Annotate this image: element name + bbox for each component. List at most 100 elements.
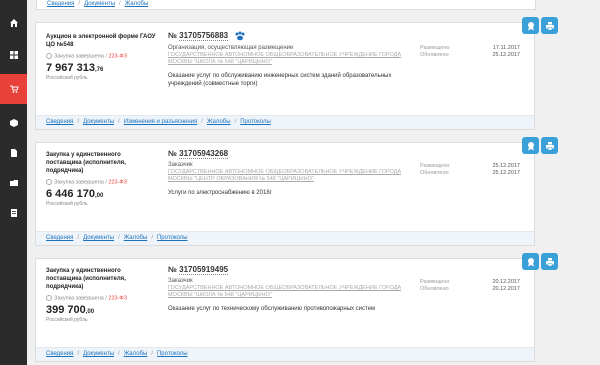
separator: / — [151, 235, 153, 241]
currency: Российский рубль — [46, 201, 88, 208]
updated-label: Обновлено — [420, 286, 449, 292]
printer-icon — [545, 141, 554, 150]
updated-date: 25.12.2017 — [492, 52, 520, 58]
card-actions — [522, 17, 558, 34]
price-kopecks: ,00 — [94, 193, 104, 200]
link-changes[interactable]: Изменения и разъяснения — [124, 119, 198, 125]
sidebar-item-folder[interactable] — [0, 168, 27, 198]
ribbon-icon — [527, 141, 534, 150]
sidebar-item-doc[interactable] — [0, 138, 27, 168]
procurement-type: Закупка у единственного поставщика (испо… — [46, 268, 126, 290]
procurement-number-link[interactable]: 31705756883 — [179, 31, 229, 42]
status-text: Закупка завершена — [54, 179, 104, 186]
price: 6 446 170,00 — [46, 188, 156, 200]
posted-date: 20.12.2017 — [492, 279, 520, 285]
updated-label: Обновлено — [420, 52, 449, 58]
dates: Размещено 17.11.2017 Обновлено 25.12.2017 — [420, 45, 520, 59]
sidebar-item-box[interactable] — [0, 108, 27, 138]
status-text: Закупка завершена — [54, 53, 104, 60]
posted-label: Размещено — [420, 45, 450, 51]
posted-label: Размещено — [420, 163, 450, 169]
procurement-type: Закупка у единственного поставщика (испо… — [46, 152, 126, 174]
updated-date: 25.12.2017 — [492, 170, 520, 176]
price-amount: 7 967 313 — [46, 62, 95, 75]
status-line: Закупка завершена / 223-ФЗ — [46, 179, 156, 185]
price-amount: 6 446 170 — [46, 188, 95, 201]
procurement-card: Аукцион в электронной форме ГАОУ ЦО №548… — [35, 17, 558, 130]
sidebar-item-grid[interactable] — [0, 40, 27, 70]
procurement-description: Услуги по электроснабжению в 2018г — [168, 190, 272, 196]
sidebar-item-cart[interactable] — [0, 74, 27, 104]
law-label: 223-ФЗ — [108, 53, 127, 60]
law-label: 223-ФЗ — [108, 179, 127, 186]
price: 399 700,00 — [46, 304, 156, 316]
award-button[interactable] — [522, 253, 539, 270]
dates: Размещено 25.12.2017 Обновлено 25.12.2017 — [420, 163, 520, 177]
award-button[interactable] — [522, 137, 539, 154]
separator: / — [151, 351, 153, 357]
updated-label: Обновлено — [420, 170, 449, 176]
organization-name[interactable]: ГОСУДАРСТВЕННОЕ АВТОНОМНОЕ ОБЩЕОБРАЗОВАТ… — [168, 169, 418, 183]
link-protocols[interactable]: Протоколы — [240, 119, 271, 125]
link-protocols[interactable]: Протоколы — [157, 235, 188, 241]
link-complaints[interactable]: Жалобы — [124, 351, 148, 357]
card-actions — [522, 253, 558, 270]
home-icon — [9, 19, 18, 27]
link-svedeniya[interactable]: Сведения — [46, 235, 73, 241]
status-line: Закупка завершена / 223-ФЗ — [46, 53, 156, 59]
number-prefix: № — [168, 31, 177, 41]
link-complaints[interactable]: Жалобы — [124, 235, 148, 241]
procurement-number-link[interactable]: 31705943268 — [179, 149, 229, 159]
printer-icon — [545, 21, 554, 30]
card-links: Сведения / Документы / Изменения и разъяснен… — [36, 115, 534, 129]
link-svedeniya[interactable]: Сведения — [46, 351, 73, 357]
link-documents[interactable]: Документы — [83, 351, 114, 357]
card-links: Сведения / Документы / Жалобы / Протоколы — [36, 347, 534, 361]
organization-role: Заказчик — [168, 278, 193, 284]
dates: Размещено 20.12.2017 Обновлено 20.12.2017 — [420, 279, 520, 293]
separator: / — [118, 351, 120, 357]
sidebar-item-home[interactable] — [0, 8, 27, 38]
status-line: Закупка завершена / 223-ФЗ — [46, 295, 156, 301]
link-documents[interactable]: Документы — [83, 235, 114, 241]
link-complaints[interactable]: Жалобы — [207, 119, 231, 125]
print-button[interactable] — [541, 137, 558, 154]
doc-icon — [10, 149, 17, 157]
check-icon — [46, 295, 52, 301]
award-button[interactable] — [522, 17, 539, 34]
printer-icon — [545, 257, 554, 266]
number-prefix: № — [168, 149, 177, 158]
link-svedeniya[interactable]: Сведения — [46, 119, 73, 125]
cart-icon — [9, 85, 19, 93]
posted-date: 17.11.2017 — [492, 45, 520, 51]
sidebar-item-list[interactable] — [0, 198, 27, 228]
check-icon — [46, 179, 52, 185]
organization-name[interactable]: ГОСУДАРСТВЕННОЕ АВТОНОМНОЕ ОБЩЕОБРАЗОВАТ… — [168, 285, 418, 299]
price-kopecks: ,00 — [85, 309, 95, 316]
procurement-description: Оказание услуг по техническому обслужива… — [168, 306, 376, 312]
separator: / — [77, 235, 80, 241]
box-icon — [9, 119, 18, 127]
link-protocols[interactable]: Протоколы — [157, 351, 188, 357]
print-button[interactable] — [541, 17, 558, 34]
separator: / — [118, 119, 120, 125]
card-actions — [522, 137, 558, 154]
link-documents[interactable]: Документы — [83, 119, 114, 125]
currency: Российский рубль — [46, 75, 88, 82]
folder-icon — [9, 180, 18, 186]
procurement-description: Оказание услуг по обслуживанию инженерны… — [168, 73, 392, 87]
procurement-number-link[interactable]: 31705919495 — [179, 265, 229, 275]
price-kopecks: ,76 — [94, 67, 104, 74]
separator: / — [77, 351, 80, 357]
card-links: Сведения / Документы / Жалобы / Протоколы — [36, 231, 534, 245]
organization-name[interactable]: ГОСУДАРСТВЕННОЕ АВТОНОМНОЕ ОБЩЕОБРАЗОВАТ… — [168, 52, 418, 66]
posted-date: 25.12.2017 — [492, 163, 520, 169]
procurement-number: № 31705943268 — [168, 149, 418, 159]
print-button[interactable] — [541, 253, 558, 270]
law-label: 223-ФЗ — [108, 295, 127, 302]
main-content: Аукцион в электронной форме ГАОУ ЦО №548… — [27, 0, 600, 365]
number-prefix: № — [168, 265, 177, 274]
sidebar — [0, 0, 27, 365]
procurement-number: № 31705756883 — [168, 31, 418, 42]
separator: / — [118, 235, 120, 241]
